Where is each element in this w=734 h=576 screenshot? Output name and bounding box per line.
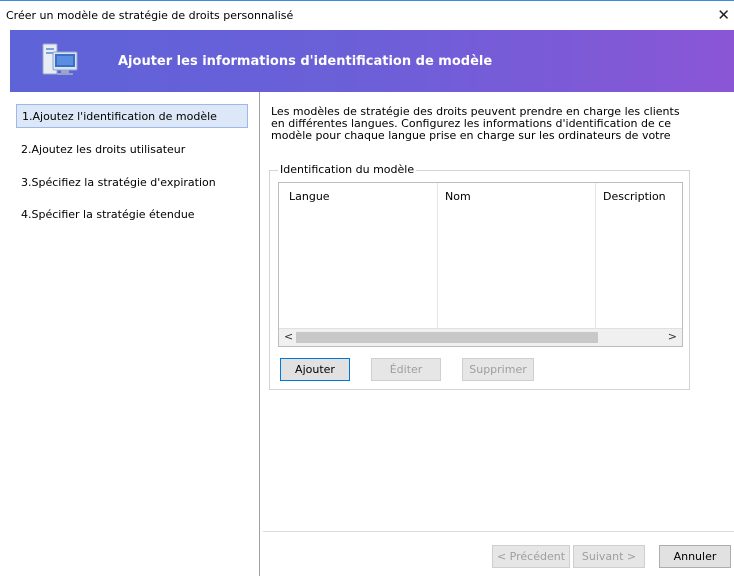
steps-sidebar: 1.Ajoutez l'identification de modèle 2.A…	[10, 92, 260, 576]
scroll-left-icon[interactable]: <	[284, 330, 293, 343]
column-header-language[interactable]: Langue	[289, 190, 330, 203]
previous-button[interactable]: < Précédent	[492, 545, 570, 568]
add-button[interactable]: Ajouter	[280, 358, 350, 381]
delete-button[interactable]: Supprimer	[462, 358, 534, 381]
group-legend: Identification du modèle	[278, 163, 417, 176]
description-line: modèle pour chaque langue prise en charg…	[271, 129, 671, 142]
window-title: Créer un modèle de stratégie de droits p…	[6, 9, 294, 22]
next-button[interactable]: Suivant >	[573, 545, 645, 568]
step-extended-policy[interactable]: 4.Spécifier la stratégie étendue	[16, 203, 248, 227]
column-divider	[595, 183, 596, 328]
computer-screen-icon	[42, 43, 78, 75]
edit-button[interactable]: Éditer	[371, 358, 441, 381]
column-header-name[interactable]: Nom	[445, 190, 471, 203]
description-text: Les modèles de stratégie des droits peuv…	[271, 106, 711, 142]
step-add-user-rights[interactable]: 2.Ajoutez les droits utilisateur	[16, 138, 248, 162]
left-margin	[0, 92, 10, 576]
scroll-right-icon[interactable]: >	[668, 330, 677, 343]
wizard-banner: Ajouter les informations d'identificatio…	[10, 30, 734, 92]
step-add-identification[interactable]: 1.Ajoutez l'identification de modèle	[16, 104, 248, 128]
column-divider	[437, 183, 438, 328]
step-expiration-policy[interactable]: 3.Spécifiez la stratégie d'expiration	[16, 171, 248, 195]
column-header-description[interactable]: Description	[603, 190, 666, 203]
footer-divider	[263, 531, 734, 532]
identification-table[interactable]: Langue Nom Description < >	[278, 182, 683, 347]
close-icon[interactable]: ✕	[717, 6, 730, 24]
horizontal-scrollbar[interactable]: < >	[279, 328, 682, 346]
scrollbar-thumb[interactable]	[296, 332, 598, 343]
banner-title: Ajouter les informations d'identificatio…	[118, 54, 493, 69]
title-bar: Créer un modèle de stratégie de droits p…	[0, 0, 734, 31]
cancel-button[interactable]: Annuler	[659, 545, 731, 568]
